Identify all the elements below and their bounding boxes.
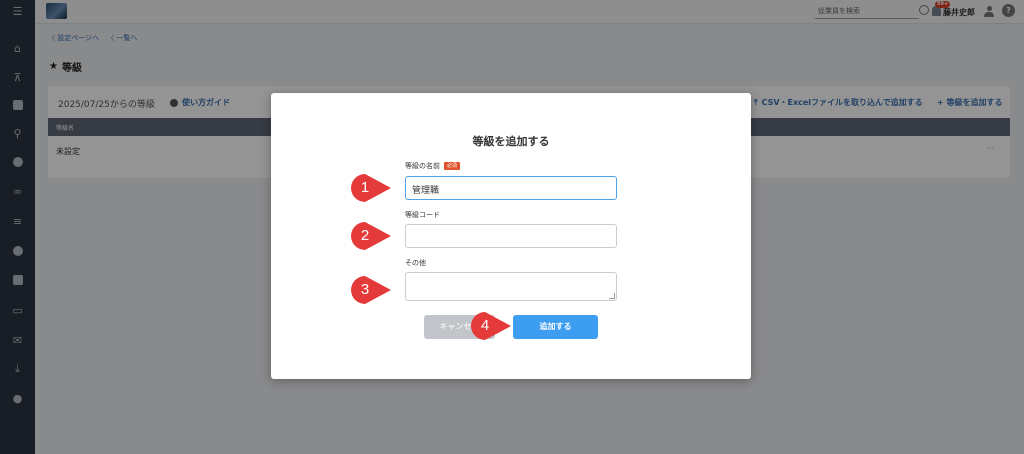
step-marker-3: 3 xyxy=(347,274,395,306)
other-label-text: その他 xyxy=(405,259,426,267)
grade-name-label-text: 等級の名前 xyxy=(405,162,440,170)
required-badge: 必須 xyxy=(444,162,461,170)
step-marker-4: 4 xyxy=(467,310,515,342)
submit-add-button[interactable]: 追加する xyxy=(513,315,598,339)
step-marker-number: 4 xyxy=(480,317,490,334)
step-marker-1: 1 xyxy=(347,172,395,204)
grade-code-label-text: 等級コード xyxy=(405,211,440,219)
other-label: その他 xyxy=(405,258,426,268)
resize-handle-icon[interactable] xyxy=(609,293,615,299)
grade-code-label: 等級コード xyxy=(405,210,440,220)
dialog-title: 等級を追加する xyxy=(472,135,550,148)
grade-code-input[interactable] xyxy=(405,224,617,248)
step-marker-number: 2 xyxy=(360,227,370,244)
grade-name-input[interactable]: 管理職 xyxy=(405,176,617,200)
step-marker-number: 3 xyxy=(360,281,370,298)
step-marker-2: 2 xyxy=(347,220,395,252)
step-marker-number: 1 xyxy=(360,179,370,196)
grade-name-label: 等級の名前 必須 xyxy=(405,161,461,171)
other-textarea[interactable] xyxy=(405,272,617,301)
